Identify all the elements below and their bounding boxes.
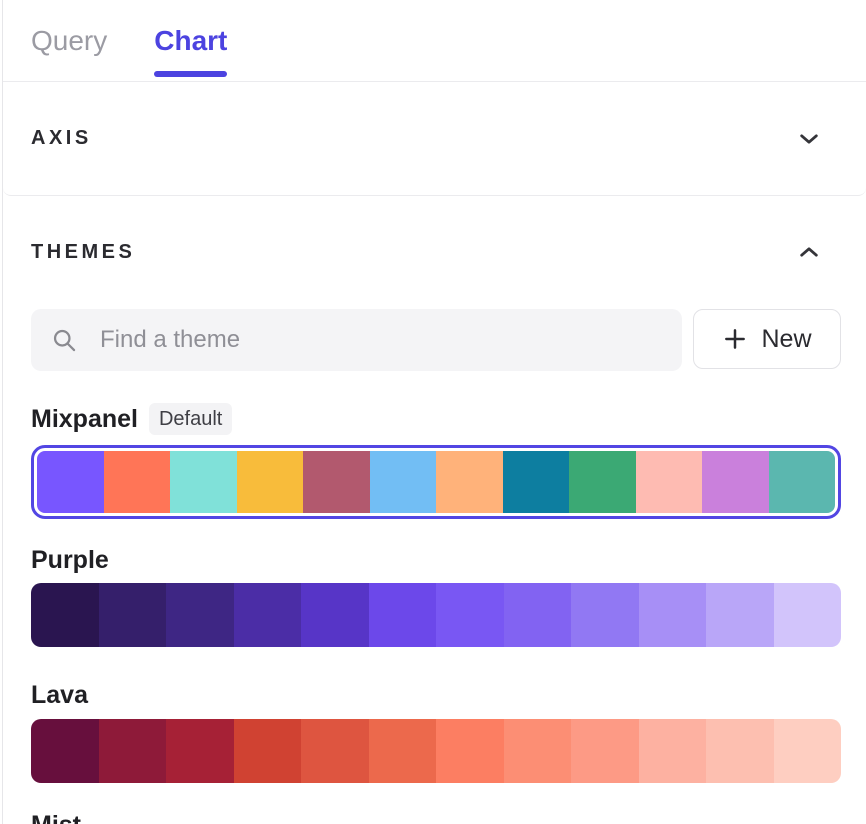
color-swatch bbox=[166, 583, 234, 647]
color-swatch bbox=[569, 451, 636, 513]
theme-label-row: Mist bbox=[31, 810, 841, 824]
color-swatch bbox=[369, 719, 437, 783]
color-swatch bbox=[504, 583, 572, 647]
theme-label-row: Purple bbox=[31, 545, 841, 575]
color-swatch bbox=[774, 719, 842, 783]
tab-query[interactable]: Query bbox=[31, 0, 107, 81]
active-tab-indicator bbox=[154, 71, 227, 77]
new-theme-button-label: New bbox=[761, 325, 811, 354]
plus-icon bbox=[722, 326, 748, 352]
theme-label-row: Lava bbox=[31, 680, 841, 710]
theme-row: Purple bbox=[31, 545, 841, 647]
tab-bar: Query Chart bbox=[3, 0, 866, 82]
color-swatch bbox=[639, 719, 707, 783]
color-swatch bbox=[99, 583, 167, 647]
color-swatch bbox=[99, 719, 167, 783]
color-swatch bbox=[37, 451, 104, 513]
color-swatch bbox=[104, 451, 171, 513]
color-swatch bbox=[769, 451, 836, 513]
theme-name: Purple bbox=[31, 545, 109, 575]
theme-label-row: Mixpanel Default bbox=[31, 404, 841, 434]
chevron-down-icon[interactable] bbox=[798, 128, 820, 150]
color-swatch bbox=[774, 583, 842, 647]
theme-swatch-bar[interactable] bbox=[31, 583, 841, 647]
selected-theme-swatch-bar[interactable] bbox=[31, 445, 841, 519]
color-swatch bbox=[436, 719, 504, 783]
color-swatch bbox=[301, 583, 369, 647]
color-swatch bbox=[237, 451, 304, 513]
color-swatch bbox=[436, 451, 503, 513]
search-input[interactable] bbox=[100, 326, 662, 354]
tab-chart-label: Chart bbox=[154, 25, 227, 57]
color-swatch bbox=[571, 583, 639, 647]
theme-name: Mixpanel bbox=[31, 404, 138, 434]
theme-row: Lava bbox=[31, 680, 841, 783]
color-swatch bbox=[706, 719, 774, 783]
color-swatch bbox=[636, 451, 703, 513]
theme-row: Mixpanel Default bbox=[31, 404, 841, 519]
search-icon bbox=[51, 327, 78, 354]
color-swatch bbox=[303, 451, 370, 513]
default-badge: Default bbox=[149, 403, 232, 435]
color-swatch bbox=[436, 583, 504, 647]
axis-section-title: AXIS bbox=[31, 127, 92, 150]
themes-section-header[interactable]: THEMES bbox=[31, 240, 841, 264]
chevron-up-icon[interactable] bbox=[798, 241, 820, 263]
color-swatch bbox=[639, 583, 707, 647]
themes-section: THEMES New Mixpanel bbox=[3, 240, 866, 824]
tab-query-label: Query bbox=[31, 25, 107, 57]
color-swatch bbox=[234, 719, 302, 783]
color-swatch bbox=[504, 719, 572, 783]
tab-chart[interactable]: Chart bbox=[154, 0, 227, 81]
theme-name: Mist bbox=[31, 810, 81, 824]
theme-list: Mixpanel Default Purple Lava Mist bbox=[31, 404, 841, 824]
color-swatch bbox=[369, 583, 437, 647]
color-swatch bbox=[706, 583, 774, 647]
themes-section-title: THEMES bbox=[31, 241, 135, 264]
theme-row: Mist bbox=[31, 810, 841, 824]
color-swatch bbox=[170, 451, 237, 513]
color-swatch bbox=[31, 719, 99, 783]
axis-section-header[interactable]: AXIS bbox=[3, 82, 866, 196]
theme-swatch-bar[interactable] bbox=[31, 719, 841, 783]
color-swatch bbox=[370, 451, 437, 513]
color-swatch bbox=[234, 583, 302, 647]
color-swatch bbox=[702, 451, 769, 513]
theme-name: Lava bbox=[31, 680, 88, 710]
color-swatch bbox=[571, 719, 639, 783]
theme-swatch-bar[interactable] bbox=[37, 451, 835, 513]
color-swatch bbox=[31, 583, 99, 647]
theme-search-box[interactable] bbox=[31, 309, 682, 371]
color-swatch bbox=[301, 719, 369, 783]
color-swatch bbox=[503, 451, 570, 513]
chart-settings-panel: Query Chart AXIS THEMES bbox=[2, 0, 866, 824]
color-swatch bbox=[166, 719, 234, 783]
new-theme-button[interactable]: New bbox=[693, 309, 841, 369]
theme-search-row: New bbox=[31, 309, 841, 371]
